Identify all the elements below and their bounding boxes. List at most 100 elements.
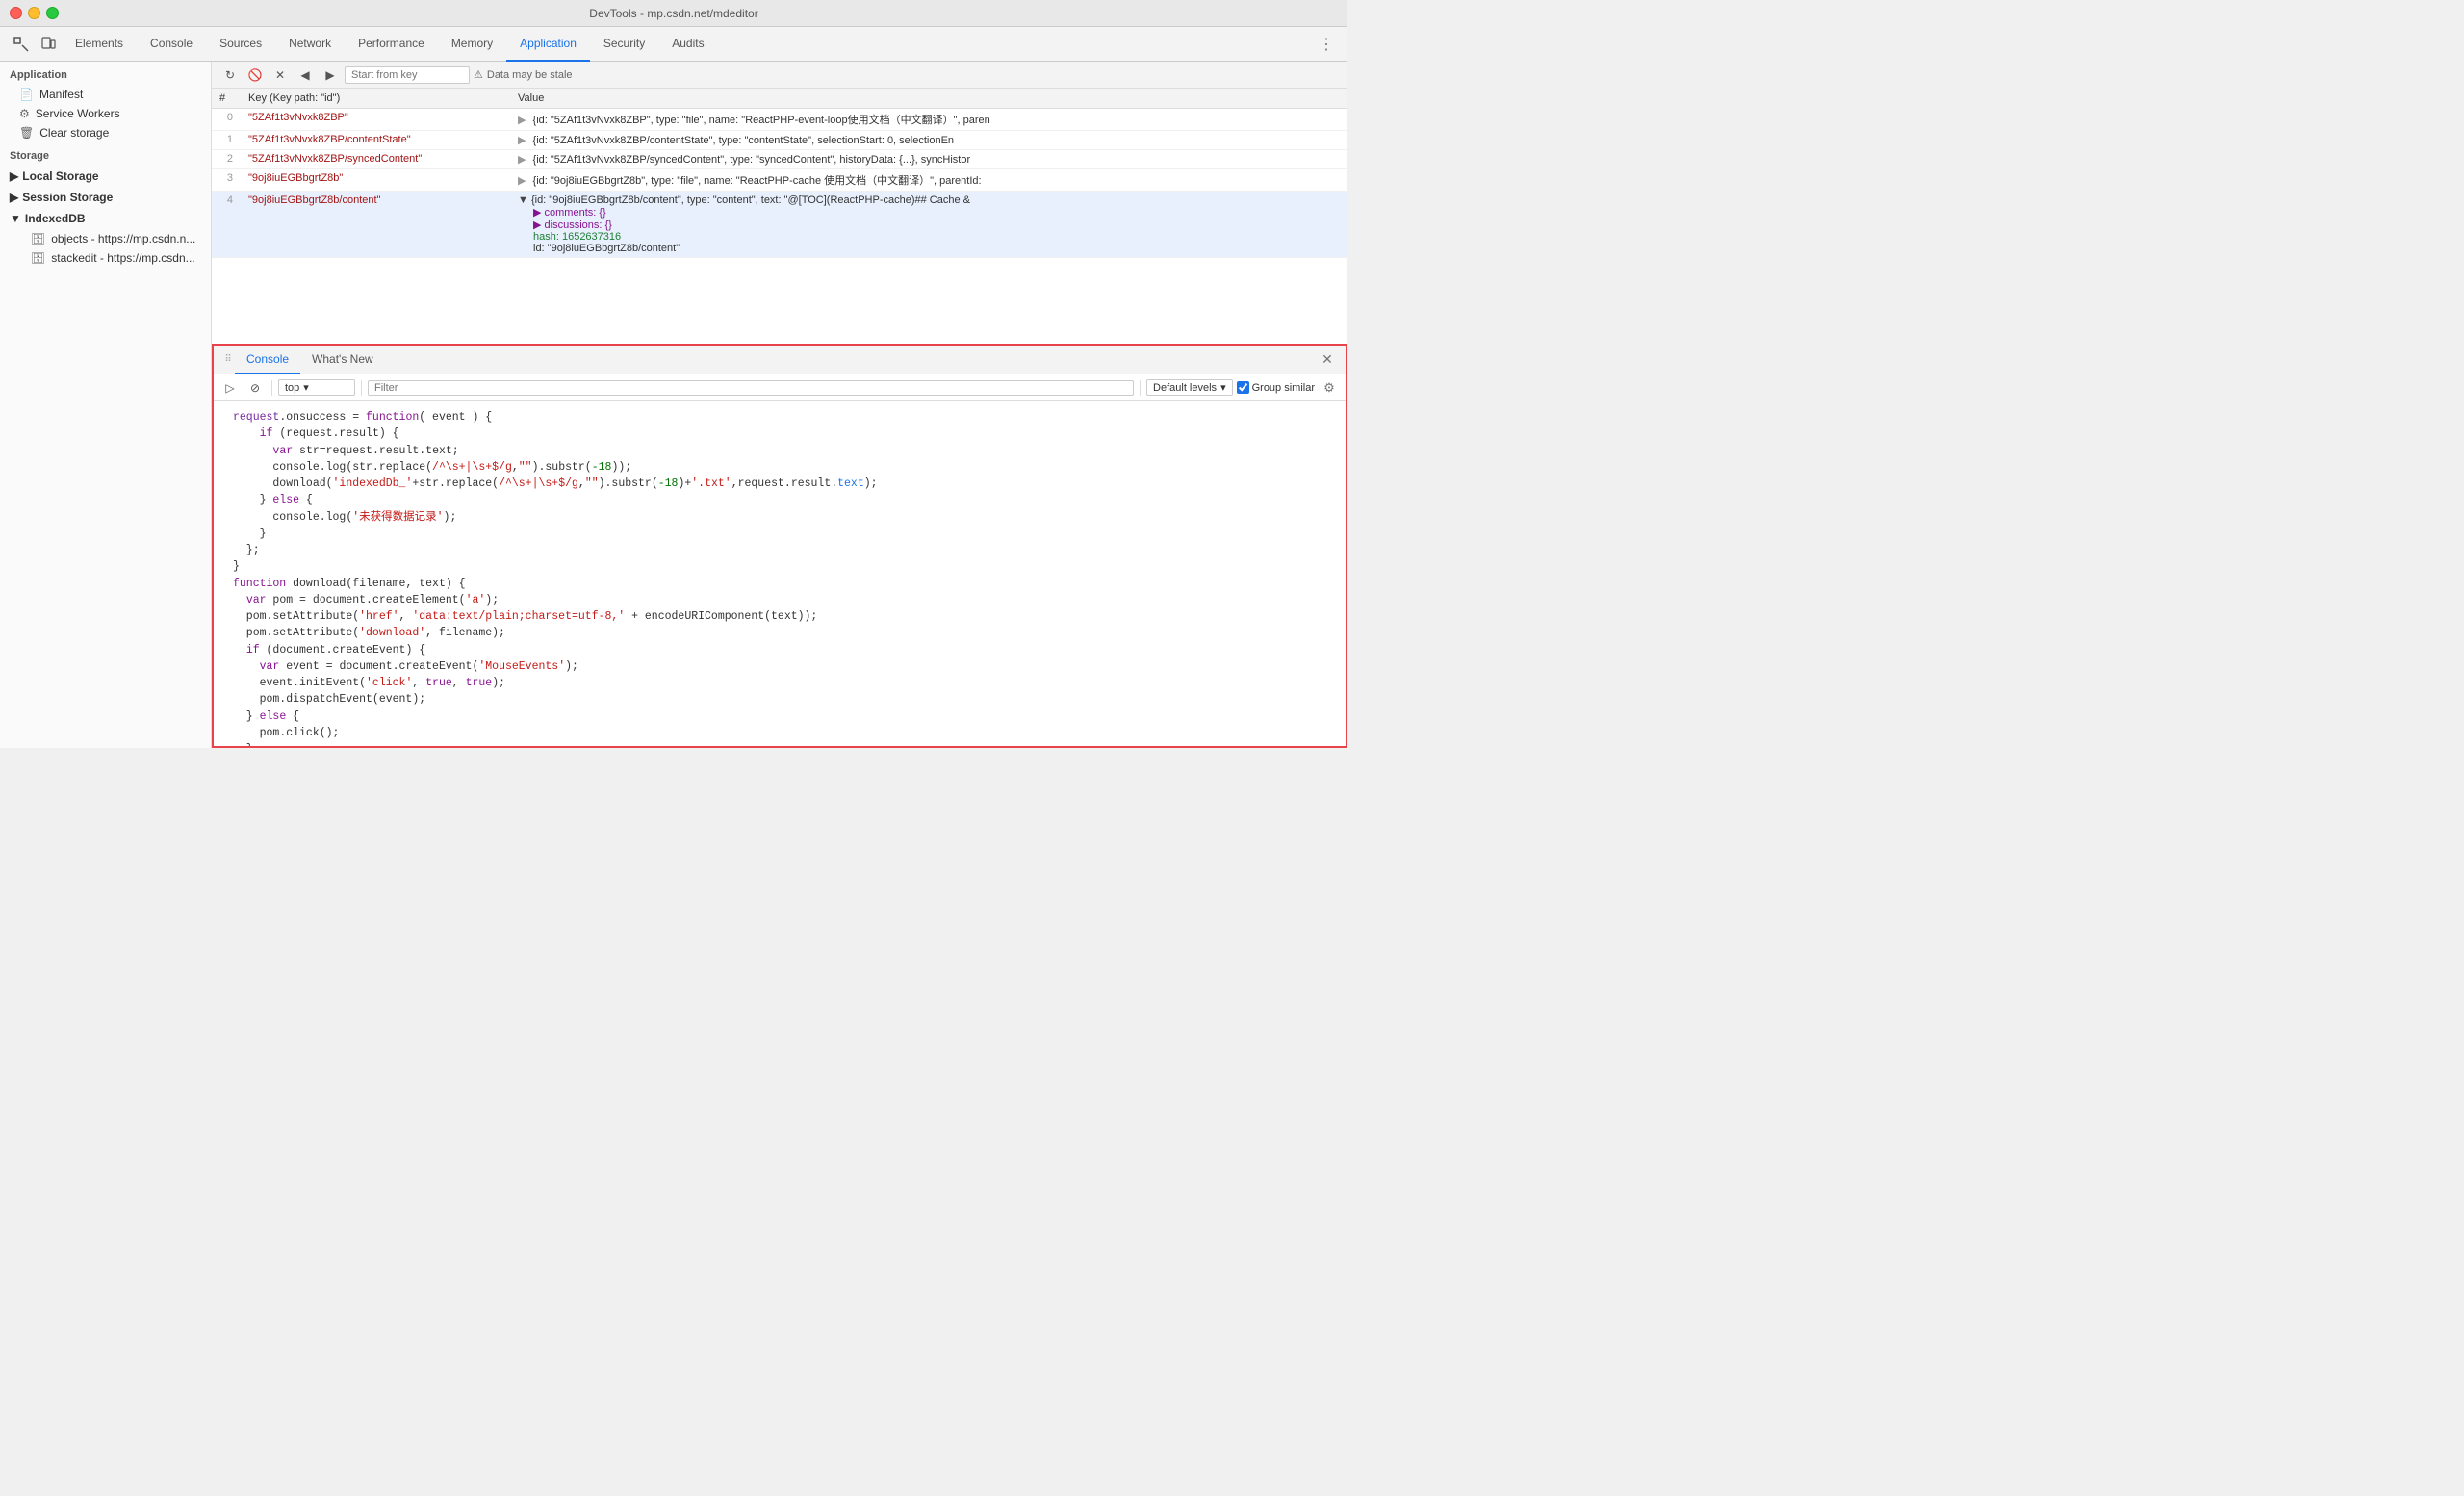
idb-refresh-button[interactable]: ↻ [219, 64, 241, 86]
window-title: DevTools - mp.csdn.net/mdeditor [589, 7, 757, 20]
sidebar-item-service-workers[interactable]: ⚙ Service Workers [0, 104, 211, 123]
row-key-2: "5ZAf1t3vNvxk8ZBP/syncedContent" [241, 150, 510, 169]
col-value: Value [510, 89, 1348, 109]
chevron-down-icon: ▾ [303, 381, 309, 394]
service-workers-icon: ⚙ [19, 107, 30, 120]
db-icon-2: 🗄 [31, 251, 45, 265]
row-key-3: "9oj8iuEGBbgrtZ8b" [241, 169, 510, 192]
table-row[interactable]: 3 "9oj8iuEGBbgrtZ8b" ▶ {id: "9oj8iuEGBbg… [212, 169, 1348, 192]
row-value-0: ▶ {id: "5ZAf1t3vNvxk8ZBP", type: "file",… [510, 109, 1348, 131]
tab-audits[interactable]: Audits [658, 27, 717, 62]
sidebar-item-clear-storage[interactable]: 🗑 Clear storage [0, 123, 211, 142]
idb-toolbar: ↻ 🚫 ✕ ◀ ▶ ⚠ Data may be stale [212, 62, 1348, 89]
sidebar: Application 📄 Manifest ⚙ Service Workers… [0, 62, 212, 748]
table-row[interactable]: 2 "5ZAf1t3vNvxk8ZBP/syncedContent" ▶ {id… [212, 150, 1348, 169]
console-tab-bar: ⠿ Console What's New ✕ [214, 346, 1346, 374]
stale-warning-text: Data may be stale [487, 69, 573, 81]
console-content: request.onsuccess = function( event ) { … [214, 401, 1346, 746]
tab-bar: Elements Console Sources Network Perform… [62, 27, 1313, 62]
stale-warning-icon: ⚠ [474, 68, 483, 81]
sidebar-item-manifest[interactable]: 📄 Manifest [0, 85, 211, 104]
close-button[interactable] [10, 7, 22, 19]
console-separator-3 [1140, 380, 1141, 396]
devtools-window: Elements Console Sources Network Perform… [0, 27, 1348, 748]
table-row[interactable]: 0 "5ZAf1t3vNvxk8ZBP" ▶ {id: "5ZAf1t3vNvx… [212, 109, 1348, 131]
table-row-selected[interactable]: 4 "9oj8iuEGBbgrtZ8b/content" ▼ {id: "9oj… [212, 192, 1348, 258]
minimize-button[interactable] [28, 7, 40, 19]
console-close-button[interactable]: ✕ [1317, 349, 1338, 371]
tab-memory[interactable]: Memory [438, 27, 506, 62]
idb-next-button[interactable]: ▶ [320, 64, 341, 86]
storage-section-title: Storage [0, 142, 211, 166]
console-separator [271, 380, 272, 396]
row-num-4: 4 [212, 192, 241, 258]
sidebar-item-service-workers-label: Service Workers [36, 107, 120, 120]
group-similar-text: Group similar [1252, 382, 1315, 394]
idb-clear-button[interactable]: 🚫 [244, 64, 266, 86]
db-icon-1: 🗄 [31, 232, 45, 245]
sidebar-group-session-storage[interactable]: ▶ Session Storage [0, 187, 211, 208]
idb-delete-button[interactable]: ✕ [270, 64, 291, 86]
sidebar-item-stackedit-label: stackedit - https://mp.csdn... [51, 251, 194, 265]
application-section-title: Application [0, 62, 211, 85]
console-settings-button[interactable]: ⚙ [1319, 377, 1340, 399]
group-similar-checkbox[interactable] [1237, 381, 1249, 394]
sidebar-item-clear-storage-label: Clear storage [39, 126, 109, 140]
console-tab-console[interactable]: Console [235, 346, 300, 374]
console-context-label: top [285, 382, 299, 394]
row-num-2: 2 [212, 150, 241, 169]
col-key: Key (Key path: "id") [241, 89, 510, 109]
sidebar-item-indexeddb-label: IndexedDB [25, 212, 86, 225]
idb-prev-button[interactable]: ◀ [295, 64, 316, 86]
inspect-element-button[interactable] [8, 31, 35, 58]
sidebar-item-manifest-label: Manifest [39, 88, 83, 101]
sidebar-item-objects-db[interactable]: 🗄 objects - https://mp.csdn.n... [0, 229, 211, 248]
devtools-toolbar: Elements Console Sources Network Perform… [0, 27, 1348, 62]
maximize-button[interactable] [46, 7, 59, 19]
more-tabs-button[interactable]: ⋮ [1313, 31, 1340, 58]
console-code-block: request.onsuccess = function( event ) { … [214, 405, 1346, 746]
traffic-lights [10, 7, 59, 19]
tab-performance[interactable]: Performance [345, 27, 438, 62]
row-key-4: "9oj8iuEGBbgrtZ8b/content" [241, 192, 510, 258]
console-context-select[interactable]: top ▾ [278, 379, 355, 396]
console-stop-button[interactable]: ⊘ [244, 377, 266, 399]
console-drag-handle[interactable]: ⠿ [221, 354, 235, 365]
sidebar-item-local-storage-label: Local Storage [22, 169, 98, 183]
sidebar-group-local-storage[interactable]: ▶ Local Storage [0, 166, 211, 187]
console-level-label: Default levels [1153, 382, 1217, 394]
title-bar: DevTools - mp.csdn.net/mdeditor [0, 0, 1348, 27]
table-row[interactable]: 1 "5ZAf1t3vNvxk8ZBP/contentState" ▶ {id:… [212, 131, 1348, 150]
row-value-1: ▶ {id: "5ZAf1t3vNvxk8ZBP/contentState", … [510, 131, 1348, 150]
tab-security[interactable]: Security [590, 27, 658, 62]
tab-elements[interactable]: Elements [62, 27, 137, 62]
tab-network[interactable]: Network [275, 27, 345, 62]
row-key-1: "5ZAf1t3vNvxk8ZBP/contentState" [241, 131, 510, 150]
manifest-icon: 📄 [19, 88, 34, 101]
sidebar-item-session-storage-label: Session Storage [22, 191, 113, 204]
idb-start-key-input[interactable] [345, 66, 470, 84]
console-tab-whats-new[interactable]: What's New [300, 346, 385, 374]
row-value-3: ▶ {id: "9oj8iuEGBbgrtZ8b", type: "file",… [510, 169, 1348, 192]
row-num-1: 1 [212, 131, 241, 150]
tab-application[interactable]: Application [506, 27, 590, 62]
tab-sources[interactable]: Sources [206, 27, 275, 62]
local-storage-expand-icon: ▶ [10, 169, 18, 183]
session-storage-expand-icon: ▶ [10, 191, 18, 204]
sidebar-group-indexeddb[interactable]: ▼ IndexedDB [0, 208, 211, 229]
console-level-select[interactable]: Default levels ▾ [1146, 379, 1233, 396]
sidebar-item-objects-label: objects - https://mp.csdn.n... [51, 232, 195, 245]
row-num-0: 0 [212, 109, 241, 131]
tab-console[interactable]: Console [137, 27, 206, 62]
devtools-main: Application 📄 Manifest ⚙ Service Workers… [0, 62, 1348, 748]
indexeddb-expand-icon: ▼ [10, 212, 21, 225]
device-toolbar-button[interactable] [35, 31, 62, 58]
console-run-button[interactable]: ▷ [219, 377, 241, 399]
idb-stale-message: ⚠ Data may be stale [474, 68, 573, 81]
row-key-0: "5ZAf1t3vNvxk8ZBP" [241, 109, 510, 131]
col-num: # [212, 89, 241, 109]
row-num-3: 3 [212, 169, 241, 192]
console-filter-input[interactable] [368, 380, 1134, 396]
group-similar-label[interactable]: Group similar [1237, 381, 1315, 394]
sidebar-item-stackedit-db[interactable]: 🗄 stackedit - https://mp.csdn... [0, 248, 211, 268]
